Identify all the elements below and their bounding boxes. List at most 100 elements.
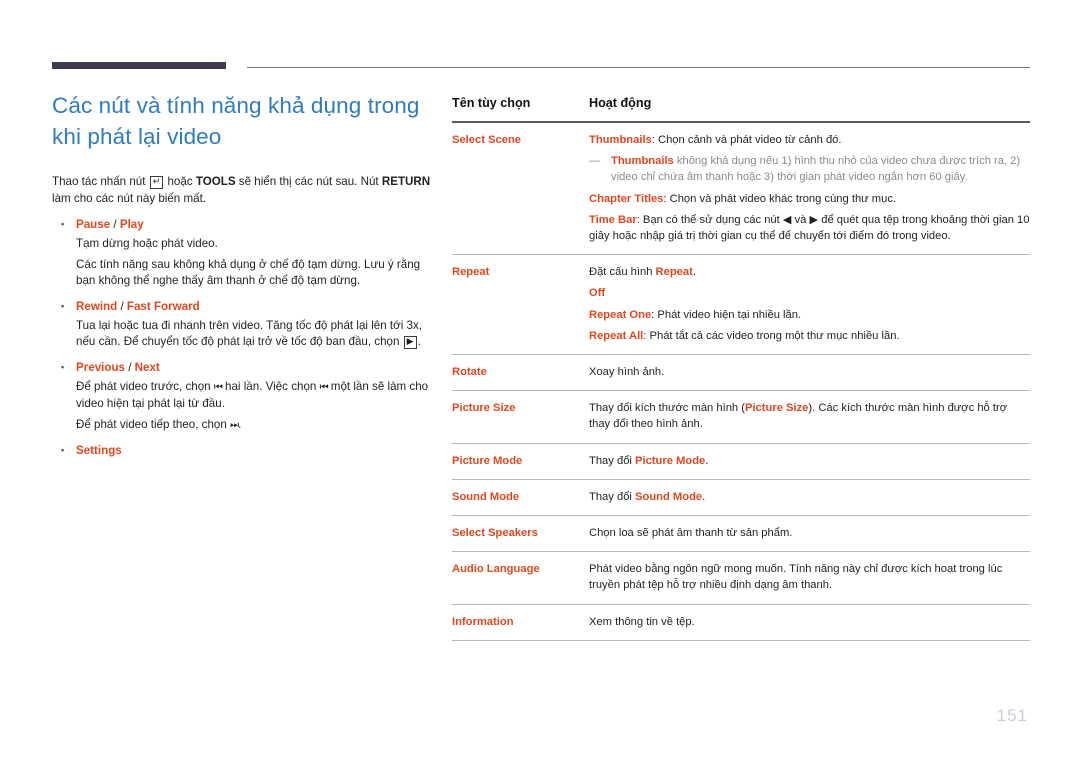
feature-bullet-list: Pause / Play Tạm dừng hoặc phát video. C… — [52, 216, 437, 459]
desc-keyword: Thumbnails — [611, 155, 674, 168]
bullet-body-text: Tua lại hoặc tua đi nhanh trên video. Tă… — [76, 318, 422, 349]
desc-line: Xem thông tin về tệp. — [589, 615, 695, 628]
bullet-label-a: Pause — [76, 218, 111, 231]
table-header-row: Tên tùy chọn Hoạt động — [452, 96, 1030, 123]
desc-keyword: Thumbnails — [589, 134, 652, 146]
bullet-label-a: Previous — [76, 360, 125, 374]
table-row: Sound Mode Thay đổi Sound Mode. — [452, 479, 1030, 517]
table-row: Select Scene Thumbnails: Chọn cảnh và ph… — [452, 122, 1030, 256]
bullet-heading-previous-next: Previous / Next — [52, 359, 437, 376]
desc-line: Thumbnails: Chọn cảnh và phát video từ c… — [589, 132, 1030, 148]
bullet-heading-settings: Settings — [52, 442, 437, 459]
bullet-body-pre: Để phát video tiếp theo, chọn — [76, 417, 231, 431]
table-row: Repeat Đặt cấu hình Repeat. Off Repeat O… — [452, 254, 1030, 356]
bullet-body-trailing: . — [417, 335, 421, 348]
desc-line: Xoay hình ảnh. — [589, 366, 665, 379]
bullet-label-a: Rewind — [76, 299, 118, 313]
column-header-operation: Hoạt động — [572, 96, 1030, 123]
desc-text: : Phát video hiện tại nhiều lần. — [651, 308, 802, 321]
column-header-option-name: Tên tùy chọn — [452, 96, 572, 123]
row-option-name: Sound Mode — [452, 479, 572, 517]
desc-keyword: Repeat All — [589, 329, 644, 342]
header-rules — [0, 62, 1080, 74]
row-description: Đặt cấu hình Repeat. Off Repeat One: Phá… — [572, 254, 1030, 356]
desc-pre: Đặt cấu hình — [589, 266, 656, 279]
intro-text-post: làm cho các nút này biến mất. — [52, 191, 207, 205]
row-option-name: Repeat — [452, 254, 572, 356]
desc-note: Thumbnails không khả dụng nếu 1) hình th… — [589, 153, 1030, 185]
desc-keyword: Time Bar — [589, 213, 637, 226]
desc-line: Thay đổi Sound Mode. — [589, 489, 1030, 505]
row-option-name: Select Speakers — [452, 515, 572, 553]
row-description: Thay đổi Picture Mode. — [572, 443, 1030, 480]
header-thin-rule — [247, 67, 1030, 68]
row-description: Chọn loa sẽ phát âm thanh từ sản phẩm. — [572, 515, 1030, 553]
desc-line: Off — [589, 285, 1030, 301]
bullet-heading-pause-play: Pause / Play — [52, 216, 437, 233]
bullet-body-line: Tạm dừng hoặc phát video. — [76, 237, 218, 250]
bullet-label-b: Fast Forward — [126, 299, 200, 313]
bullet-body-line: Để phát video tiếp theo, chọn ⏭. — [52, 417, 437, 435]
row-option-name: Information — [452, 604, 572, 641]
list-item: Pause / Play Tạm dừng hoặc phát video. C… — [52, 216, 437, 290]
bullet-label-b: Next — [134, 360, 160, 374]
desc-text: : Bạn có thể sử dụng các nút ◀ và ▶ để q… — [589, 213, 1030, 243]
list-item: Previous / Next Để phát video trước, chọ… — [52, 359, 437, 435]
bullet-separator: / — [117, 299, 127, 313]
bullet-separator: / — [110, 218, 120, 231]
desc-keyword: Chapter Titles — [589, 192, 664, 205]
desc-keyword: Repeat One — [589, 308, 652, 321]
table-row: Picture Size Thay đổi kích thước màn hìn… — [452, 390, 1030, 444]
intro-text-mid: hoặc — [164, 175, 196, 188]
desc-text: . — [705, 454, 709, 467]
row-option-name: Select Scene — [452, 122, 572, 256]
desc-keyword: Picture Mode — [635, 454, 706, 467]
bullet-body-line: Tua lại hoặc tua đi nhanh trên video. Tă… — [52, 318, 437, 351]
desc-keyword: Sound Mode — [635, 490, 703, 503]
row-description: Phát video bằng ngôn ngữ mong muốn. Tính… — [572, 551, 1030, 605]
desc-text: : Phát tắt cả các video trong một thư mụ… — [643, 329, 900, 342]
bullet-label-b: Play — [119, 218, 144, 231]
bullet-heading-rewind-fastforward: Rewind / Fast Forward — [52, 298, 437, 315]
skip-backward-icon: ⏮ — [213, 381, 223, 393]
desc-line: Chọn loa sẽ phát âm thanh từ sản phẩm. — [589, 527, 793, 540]
page-number: 151 — [996, 706, 1028, 725]
desc-keyword: Off — [589, 287, 606, 300]
desc-line: Time Bar: Bạn có thể sử dụng các nút ◀ v… — [589, 212, 1030, 244]
intro-text-mid2: sẽ hiển thị các nút sau. Nút — [235, 175, 382, 188]
bullet-separator: / — [124, 360, 135, 374]
desc-line: Chapter Titles: Chọn và phát video khác … — [589, 191, 1030, 207]
bullet-body-post: . — [238, 417, 242, 431]
row-description: Xoay hình ảnh. — [572, 354, 1030, 392]
list-item: Rewind / Fast Forward Tua lại hoặc tua đ… — [52, 298, 437, 351]
skip-backward-icon: ⏮ — [319, 381, 329, 393]
desc-line: Đặt cấu hình Repeat. — [589, 264, 1030, 280]
intro-text-pre: Thao tác nhấn nút — [52, 175, 149, 188]
row-option-name: Audio Language — [452, 551, 572, 605]
desc-pre: Thay đổi kích thước màn hình ( — [589, 402, 745, 415]
desc-pre: Thay đổi — [589, 454, 636, 467]
row-description: Xem thông tin về tệp. — [572, 604, 1030, 641]
bullet-label-a: Settings — [76, 444, 122, 457]
page-title: Các nút và tính năng khả dụng trong khi … — [52, 93, 420, 149]
play-icon: ▶ — [403, 336, 417, 349]
desc-text: . — [702, 490, 706, 503]
desc-keyword: Picture Size — [744, 402, 809, 415]
row-option-name: Picture Mode — [452, 443, 572, 480]
table-row: Rotate Xoay hình ảnh. — [452, 354, 1030, 392]
table-row: Select Speakers Chọn loa sẽ phát âm than… — [452, 515, 1030, 553]
desc-text: . — [692, 266, 696, 279]
row-description: Thay đổi kích thước màn hình (Picture Si… — [572, 390, 1030, 444]
bullet-body-pre: Để phát video trước, chọn — [76, 379, 214, 393]
document-page: Các nút và tính năng khả dụng trong khi … — [0, 0, 1080, 763]
skip-forward-icon: ⏭ — [230, 419, 239, 431]
header-thick-rule — [52, 62, 226, 69]
enter-key-icon: ↵ — [149, 176, 164, 189]
left-column: Các nút và tính năng khả dụng trong khi … — [52, 90, 437, 467]
desc-pre: Thay đổi — [589, 490, 636, 503]
bullet-body-line: Để phát video trước, chọn ⏮ hai lần. Việ… — [52, 379, 437, 413]
desc-line: Thay đổi Picture Mode. — [589, 453, 1030, 469]
table-row: Picture Mode Thay đổi Picture Mode. — [452, 443, 1030, 480]
options-table: Tên tùy chọn Hoạt động Select Scene Thum… — [452, 96, 1030, 641]
desc-line: Phát video bằng ngôn ngữ mong muốn. Tính… — [589, 563, 1003, 592]
